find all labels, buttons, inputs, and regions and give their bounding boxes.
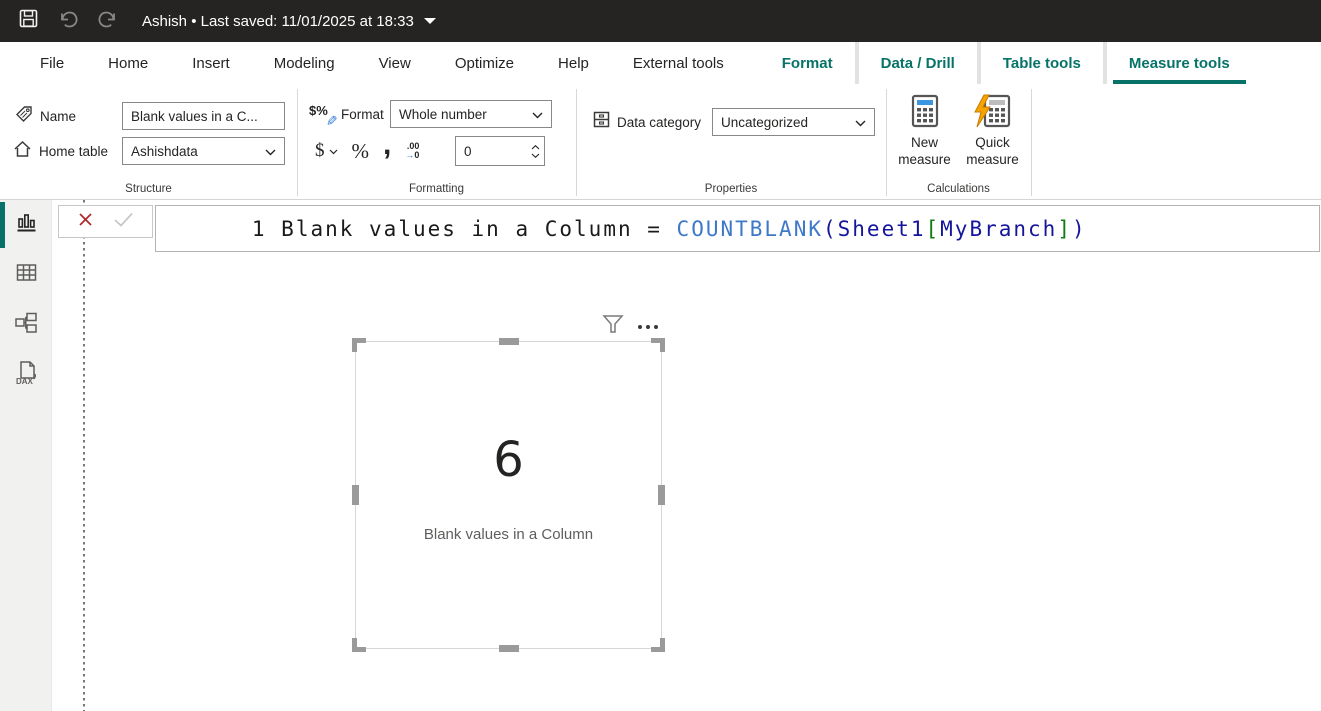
card-value: 6 xyxy=(356,432,661,488)
report-view-button[interactable] xyxy=(0,200,52,250)
filter-icon[interactable] xyxy=(602,314,624,339)
resize-handle-bottom[interactable] xyxy=(499,645,519,652)
view-sidebar: DAX xyxy=(0,200,52,711)
home-table-dropdown[interactable]: Ashishdata xyxy=(122,137,285,165)
new-measure-button[interactable]: New measure xyxy=(893,94,957,168)
model-view-button[interactable] xyxy=(0,300,52,350)
decimal-places-spinner[interactable]: 0 xyxy=(455,136,545,166)
tab-insert[interactable]: Insert xyxy=(170,42,252,84)
resize-handle-top-left[interactable] xyxy=(352,338,366,352)
tab-view[interactable]: View xyxy=(357,42,433,84)
redo-button[interactable] xyxy=(88,0,128,42)
tab-help[interactable]: Help xyxy=(536,42,611,84)
save-icon xyxy=(19,9,38,33)
thousands-separator-button[interactable]: , xyxy=(383,140,391,150)
spinner-up-icon xyxy=(531,145,540,150)
ribbon-group-structure: Name Blank values in a C... Home table A… xyxy=(0,84,297,199)
home-table-label: Home table xyxy=(39,144,108,159)
tag-icon xyxy=(14,104,34,129)
formula-table-name: Sheet1 xyxy=(838,217,926,241)
tab-file[interactable]: File xyxy=(18,42,86,84)
format-icon: $% ✎ xyxy=(309,103,335,125)
card-label: Blank values in a Column xyxy=(356,526,661,543)
title-bar: Ashish • Last saved: 11/01/2025 at 18:33 xyxy=(0,0,1321,42)
quick-measure-button[interactable]: Quick measure xyxy=(961,94,1025,168)
ribbon-group-formatting: $% ✎ Format Whole number $ % xyxy=(297,84,576,199)
tab-optimize[interactable]: Optimize xyxy=(433,42,536,84)
contextual-tabs: Format Data / Drill Table tools Measure … xyxy=(760,42,1252,84)
tab-measure-tools[interactable]: Measure tools xyxy=(1107,42,1252,84)
resize-handle-right[interactable] xyxy=(658,485,665,505)
tab-external-tools[interactable]: External tools xyxy=(611,42,746,84)
card-visual[interactable]: 6 Blank values in a Column xyxy=(355,341,662,649)
chevron-down-icon xyxy=(532,107,543,122)
dax-query-view-button[interactable]: DAX xyxy=(0,350,52,400)
report-view-icon xyxy=(14,210,39,240)
table-view-button[interactable] xyxy=(0,250,52,300)
model-view-icon xyxy=(13,310,39,341)
calculator-icon xyxy=(911,94,939,130)
data-category-dropdown[interactable]: Uncategorized xyxy=(712,108,875,136)
ribbon: Name Blank values in a C... Home table A… xyxy=(0,84,1321,200)
formula-line-number: 1 xyxy=(252,217,267,241)
measure-name-input[interactable]: Blank values in a C... xyxy=(122,102,285,130)
ribbon-group-properties: Data category Uncategorized Properties xyxy=(576,84,886,199)
redo-icon xyxy=(97,9,119,34)
cancel-x-icon xyxy=(77,211,94,228)
decimal-places-icon[interactable]: .00 →0 xyxy=(405,142,419,160)
format-label: Format xyxy=(341,107,384,122)
new-measure-label: New measure xyxy=(893,134,957,168)
name-field-label: Name xyxy=(40,109,76,124)
chevron-down-icon xyxy=(424,18,436,24)
checkmark-icon xyxy=(113,212,134,227)
chevron-down-icon xyxy=(855,115,866,130)
resize-handle-top-right[interactable] xyxy=(651,338,665,352)
chevron-down-icon xyxy=(265,144,276,159)
format-dropdown[interactable]: Whole number xyxy=(390,100,552,128)
report-canvas[interactable] xyxy=(52,200,1321,711)
tab-format[interactable]: Format xyxy=(760,42,855,84)
spinner-down-icon xyxy=(531,153,540,158)
visual-hover-actions xyxy=(602,314,658,339)
tab-data-drill[interactable]: Data / Drill xyxy=(859,42,977,84)
ribbon-group-calculations: New measure xyxy=(886,84,1031,199)
data-category-label: Data category xyxy=(617,115,701,130)
resize-handle-bottom-left[interactable] xyxy=(352,638,366,652)
pencil-icon: ✎ xyxy=(323,115,340,127)
table-view-icon xyxy=(14,260,39,290)
percent-format-button[interactable]: % xyxy=(352,139,370,164)
tab-modeling[interactable]: Modeling xyxy=(252,42,357,84)
save-status-text: Ashish • Last saved: 11/01/2025 at 18:33 xyxy=(142,13,414,30)
formula-column-name: MyBranch xyxy=(940,217,1057,241)
cancel-formula-button[interactable] xyxy=(77,211,94,233)
formula-bar[interactable]: 1 Blank values in a Column = COUNTBLANK(… xyxy=(155,205,1320,252)
undo-button[interactable] xyxy=(48,0,88,42)
resize-handle-top[interactable] xyxy=(499,338,519,345)
quick-measure-icon xyxy=(975,94,1011,130)
resize-handle-left[interactable] xyxy=(352,485,359,505)
canvas-guide-dotted-line xyxy=(83,200,85,711)
ribbon-tab-row: File Home Insert Modeling View Optimize … xyxy=(0,42,1321,84)
powerbi-window: Ashish • Last saved: 11/01/2025 at 18:33… xyxy=(0,0,1321,711)
save-status[interactable]: Ashish • Last saved: 11/01/2025 at 18:33 xyxy=(142,13,436,30)
lightning-bolt-icon xyxy=(973,94,991,128)
currency-format-button[interactable]: $ xyxy=(315,140,338,162)
data-category-icon xyxy=(592,110,611,134)
chevron-down-icon xyxy=(329,142,338,160)
formula-measure-name: Blank values in a Column xyxy=(281,217,632,241)
dax-query-view-icon: DAX xyxy=(13,359,39,392)
group-divider xyxy=(1031,89,1032,196)
tab-home[interactable]: Home xyxy=(86,42,170,84)
resize-handle-bottom-right[interactable] xyxy=(651,638,665,652)
save-button[interactable] xyxy=(8,0,48,42)
quick-measure-label: Quick measure xyxy=(961,134,1025,168)
formula-function: COUNTBLANK xyxy=(677,217,823,241)
tab-table-tools[interactable]: Table tools xyxy=(981,42,1103,84)
more-options-icon[interactable] xyxy=(638,325,658,329)
undo-icon xyxy=(57,9,79,34)
svg-text:DAX: DAX xyxy=(16,377,34,386)
home-icon xyxy=(12,139,33,164)
commit-formula-button[interactable] xyxy=(113,212,134,232)
formula-commit-box xyxy=(58,205,153,238)
